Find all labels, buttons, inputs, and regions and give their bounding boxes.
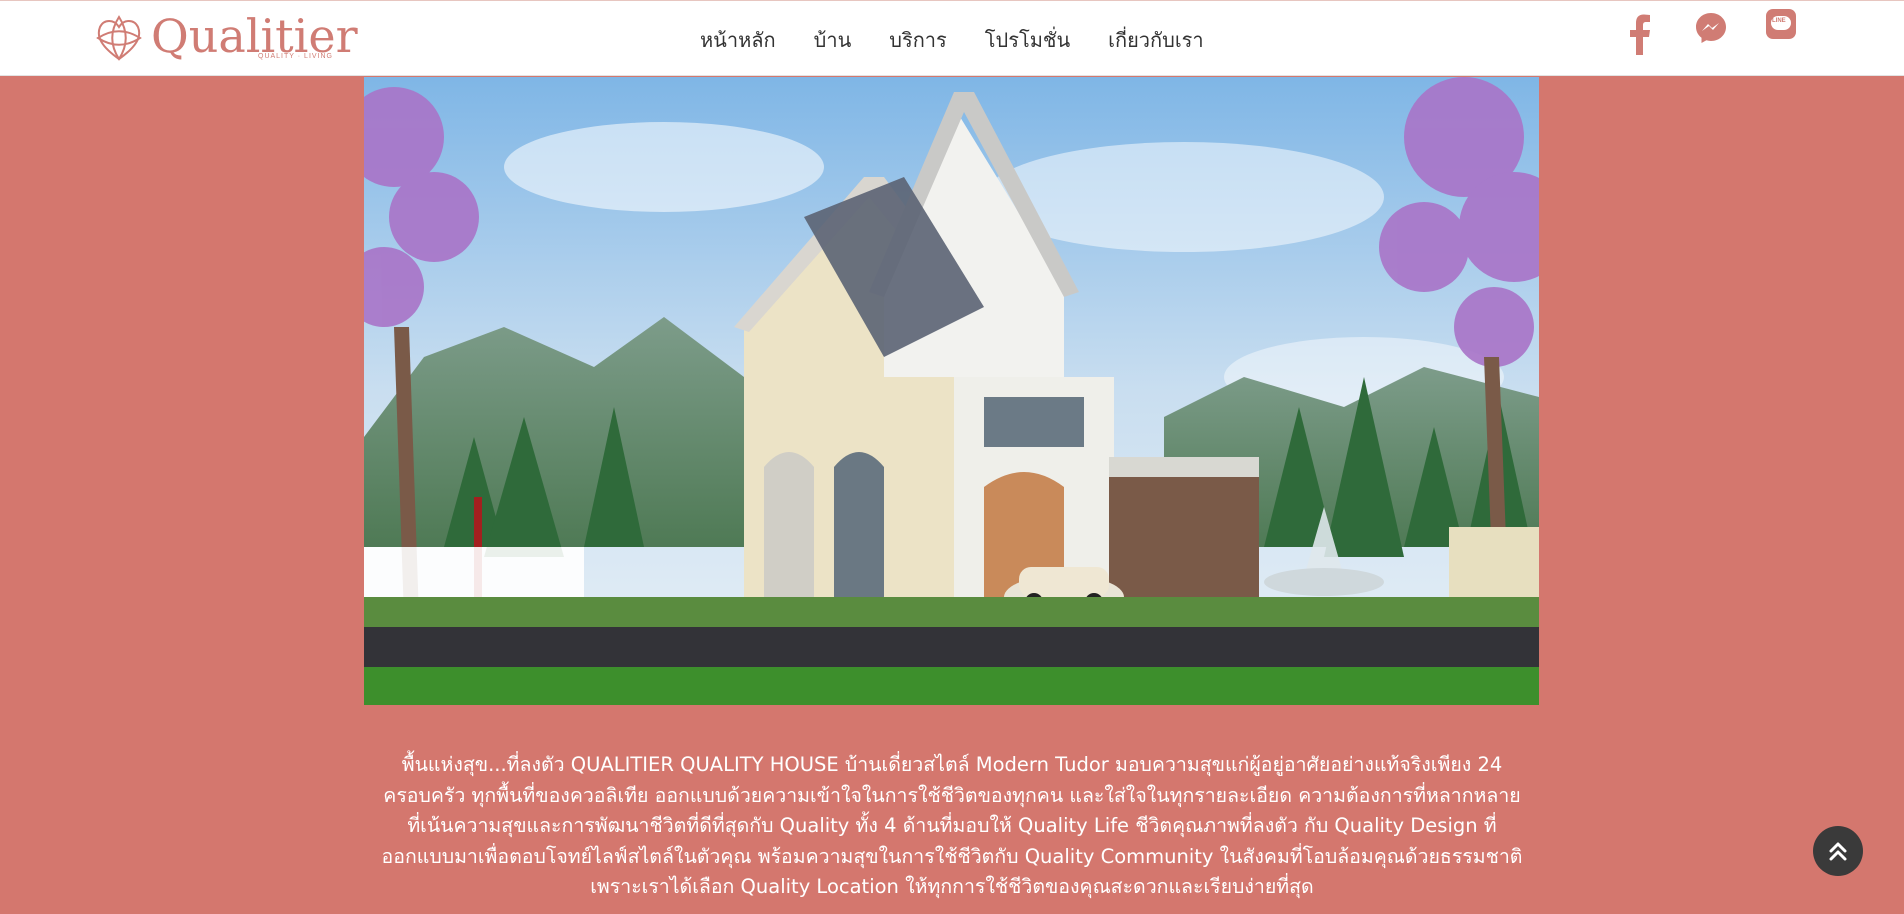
hero-description: พื้นแห่งสุข...ที่ลงตัว QUALITIER QUALITY… [381, 753, 1523, 898]
nav-item-house[interactable]: บ้าน [814, 25, 852, 55]
double-chevron-up-icon [1829, 842, 1847, 861]
main-nav: หน้าหลัก บ้าน บริการ โปรโมชั่น เกี่ยวกับ… [700, 25, 1242, 55]
back-to-top-button[interactable] [1813, 826, 1863, 876]
nav-item-about[interactable]: เกี่ยวกับเรา [1108, 25, 1204, 55]
facebook-icon[interactable] [1628, 13, 1652, 55]
site-header: Qualitier QUALITY · LIVING หน้าหลัก บ้าน… [0, 0, 1904, 76]
heart-logo-icon [96, 15, 142, 61]
line-icon[interactable]: LINE [1766, 9, 1796, 39]
logo[interactable]: Qualitier QUALITY · LIVING [92, 9, 358, 65]
brand-tagline: QUALITY · LIVING [258, 53, 333, 60]
messenger-icon[interactable] [1694, 11, 1728, 45]
hero-image [364, 77, 1539, 705]
nav-item-promotion[interactable]: โปรโมชั่น [985, 25, 1070, 55]
line-label: LINE [1772, 18, 1786, 24]
house-illustration [364, 77, 1539, 705]
nav-item-home[interactable]: หน้าหลัก [700, 25, 776, 55]
nav-item-services[interactable]: บริการ [889, 25, 947, 55]
